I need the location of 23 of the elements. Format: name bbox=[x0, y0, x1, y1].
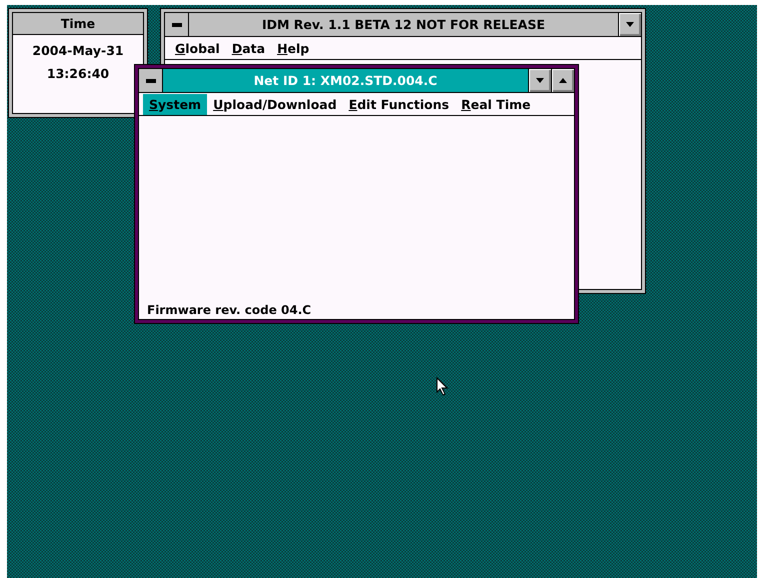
menu-item[interactable]: Upload/Download bbox=[207, 94, 343, 114]
status-text: Firmware rev. code 04.C bbox=[146, 303, 312, 319]
dash-icon bbox=[146, 78, 156, 82]
menu-item[interactable]: Edit Functions bbox=[342, 94, 456, 114]
dash-icon bbox=[172, 22, 182, 26]
mouse-cursor-icon bbox=[436, 377, 448, 396]
window-title: Time bbox=[60, 16, 96, 31]
up-arrow-icon bbox=[559, 78, 567, 83]
control-menu-box[interactable] bbox=[139, 69, 163, 92]
maximize-button[interactable] bbox=[551, 69, 574, 92]
minimize-button[interactable] bbox=[528, 69, 551, 92]
down-arrow-icon bbox=[536, 78, 544, 83]
down-arrow-icon bbox=[626, 22, 634, 27]
minimize-button[interactable] bbox=[618, 13, 641, 36]
menu-item[interactable]: Real Time bbox=[455, 94, 537, 114]
menu-item[interactable]: Global bbox=[169, 38, 226, 58]
window-title: IDM Rev. 1.1 BETA 12 NOT FOR RELEASE bbox=[262, 17, 546, 32]
date-text: 2004-May-31 bbox=[32, 43, 124, 58]
window-title: Net ID 1: XM02.STD.004.C bbox=[254, 73, 438, 88]
time-text: 13:26:40 bbox=[46, 66, 110, 81]
menu-item[interactable]: Data bbox=[226, 38, 272, 58]
menu-item[interactable]: Help bbox=[271, 38, 316, 58]
menu-item[interactable]: System bbox=[143, 94, 208, 114]
